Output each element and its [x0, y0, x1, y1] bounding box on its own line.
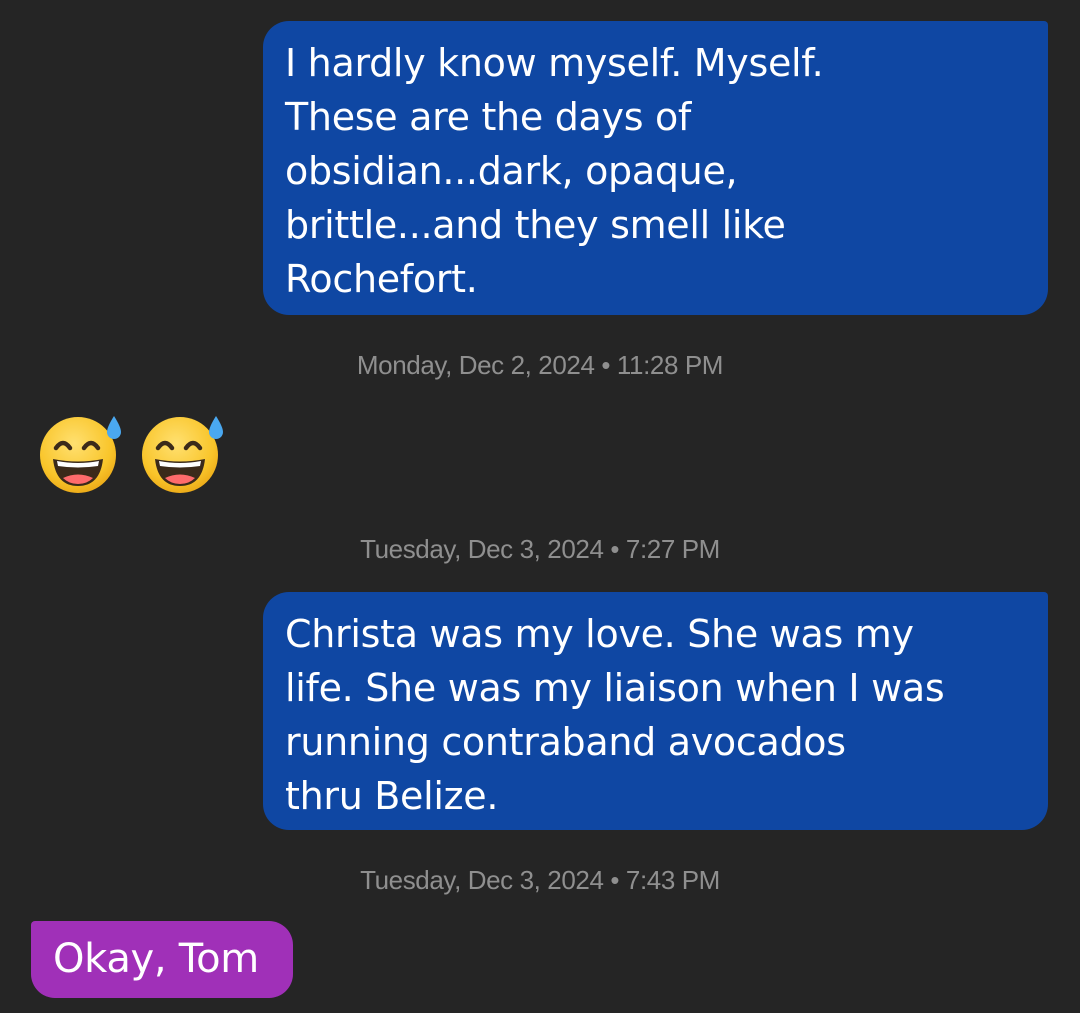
- message-timestamp: Monday, Dec 2, 2024 • 11:28 PM: [356, 350, 724, 380]
- message-text-line: These are the days of: [285, 95, 692, 139]
- message-timestamp: Tuesday, Dec 3, 2024 • 7:43 PM: [360, 865, 720, 895]
- incoming-emoji-message[interactable]: [34, 412, 224, 496]
- message-text-line: brittle...and they smell like: [285, 203, 786, 247]
- message-thread: I hardly know myself. Myself. These are …: [0, 0, 1080, 1013]
- grinning-face-with-sweat-icon: [136, 412, 224, 494]
- message-text-line: Christa was my love. She was my: [285, 612, 914, 656]
- message-text-line: life. She was my liaison when I was: [285, 666, 945, 710]
- message-text-line: thru Belize.: [285, 774, 499, 818]
- message-timestamp: Tuesday, Dec 3, 2024 • 7:27 PM: [360, 534, 720, 564]
- message-text-line: running contraband avocados: [285, 720, 846, 764]
- message-text-line: Rochefort.: [285, 257, 478, 301]
- outgoing-message-bubble[interactable]: I hardly know myself. Myself. These are …: [263, 21, 1048, 315]
- incoming-message-bubble[interactable]: Okay, Tom: [31, 921, 293, 998]
- message-text-line: I hardly know myself. Myself.: [285, 41, 824, 85]
- grinning-face-with-sweat-icon: [34, 412, 122, 494]
- message-text-line: obsidian...dark, opaque,: [285, 149, 738, 193]
- message-text: Okay, Tom: [53, 936, 259, 982]
- outgoing-message-bubble[interactable]: Christa was my love. She was my life. Sh…: [263, 592, 1048, 830]
